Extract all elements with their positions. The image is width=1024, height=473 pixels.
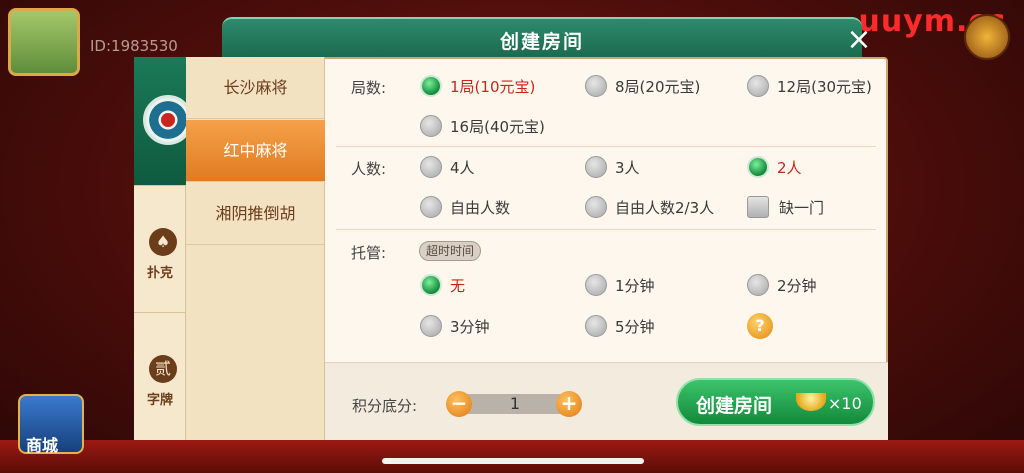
menu-button[interactable] — [964, 14, 1010, 60]
dialog-header: 创建房间 — [222, 17, 862, 57]
player-avatar[interactable] — [8, 8, 80, 76]
checkbox-label: 缺一门 — [779, 198, 825, 217]
players-option-label: 自由人数 — [450, 198, 511, 217]
radio-selected-icon — [420, 274, 442, 296]
help-icon[interactable]: ? — [747, 313, 773, 339]
base-score-value: 1 — [509, 394, 521, 413]
radio-icon — [585, 156, 607, 178]
hosting-label: 托管: — [351, 244, 387, 262]
players-option-label: 3人 — [615, 158, 640, 177]
create-room-label: 创建房间 — [696, 395, 773, 417]
spade-icon: ♠ — [149, 228, 177, 256]
hosting-option-1min[interactable]: 1分钟 — [585, 273, 655, 297]
gold-ingot-icon — [796, 393, 826, 411]
rounds-label: 局数: — [351, 79, 387, 97]
dialog-title: 创建房间 — [499, 31, 584, 53]
hosting-option-label: 2分钟 — [777, 276, 817, 295]
plus-button[interactable]: + — [556, 391, 582, 417]
checkbox-icon — [747, 196, 769, 218]
radio-icon — [585, 75, 607, 97]
players-option-2[interactable]: 2人 — [747, 155, 802, 179]
players-option-label: 4人 — [450, 158, 475, 177]
players-option-free[interactable]: 自由人数 — [420, 195, 510, 219]
base-score-label: 积分底分: — [352, 397, 418, 415]
hosting-option-label: 3分钟 — [450, 317, 490, 336]
hosting-option-label: 1分钟 — [615, 276, 655, 295]
section-divider — [336, 146, 876, 147]
radio-icon — [747, 274, 769, 296]
radio-icon — [420, 115, 442, 137]
category-poker[interactable]: 扑克 — [134, 262, 186, 281]
players-option-label: 自由人数2/3人 — [615, 198, 715, 217]
create-room-cost: ×10 — [828, 394, 862, 413]
category-divider — [134, 312, 186, 313]
home-indicator[interactable] — [382, 458, 644, 464]
shop-button[interactable]: 商城 — [18, 394, 84, 455]
category-divider — [134, 185, 186, 186]
create-room-button[interactable]: 创建房间 ×10 — [676, 378, 875, 426]
hosting-option-5min[interactable]: 5分钟 — [585, 314, 655, 338]
hosting-option-label: 5分钟 — [615, 317, 655, 336]
category-paper-cards[interactable]: 字牌 — [134, 389, 186, 408]
rounds-option-label: 1局(10元宝) — [450, 77, 536, 96]
rounds-option-1[interactable]: 1局(10元宝) — [420, 74, 535, 98]
timeout-badge: 超时时间 — [419, 241, 482, 261]
rounds-option-8[interactable]: 8局(20元宝) — [585, 74, 700, 98]
radio-icon — [585, 315, 607, 337]
paper-card-icon: 贰 — [149, 355, 177, 383]
section-divider — [336, 229, 876, 230]
rounds-option-16[interactable]: 16局(40元宝) — [420, 114, 545, 138]
players-option-4[interactable]: 4人 — [420, 155, 475, 179]
hosting-option-2min[interactable]: 2分钟 — [747, 273, 817, 297]
rounds-option-label: 8局(20元宝) — [615, 77, 701, 96]
players-option-free-2-3[interactable]: 自由人数2/3人 — [585, 195, 714, 219]
minus-button[interactable]: − — [446, 391, 472, 417]
bottom-bar — [0, 440, 1024, 473]
shop-label: 商城 — [26, 436, 59, 455]
close-icon[interactable]: × — [842, 24, 876, 58]
tab-hongzhong-mahjong[interactable]: 红中麻将 — [186, 120, 325, 182]
players-option-label: 2人 — [777, 158, 802, 177]
players-label: 人数: — [351, 160, 387, 178]
player-id: ID:1983530 — [90, 37, 178, 55]
hosting-option-3min[interactable]: 3分钟 — [420, 314, 490, 338]
radio-selected-icon — [420, 75, 442, 97]
players-option-3[interactable]: 3人 — [585, 155, 640, 179]
rounds-option-label: 12局(30元宝) — [777, 77, 872, 96]
radio-selected-icon — [747, 156, 769, 178]
radio-icon — [420, 156, 442, 178]
rounds-option-label: 16局(40元宝) — [450, 117, 545, 136]
tab-xiangyin-tuidaohu[interactable]: 湘阴推倒胡 — [186, 183, 325, 245]
radio-icon — [420, 196, 442, 218]
radio-icon — [585, 274, 607, 296]
missing-suit-checkbox[interactable]: 缺一门 — [747, 195, 824, 219]
hosting-option-none[interactable]: 无 — [420, 273, 465, 297]
radio-icon — [585, 196, 607, 218]
radio-icon — [420, 315, 442, 337]
radio-icon — [747, 75, 769, 97]
tab-changsha-mahjong[interactable]: 长沙麻将 — [186, 57, 325, 119]
hosting-option-label: 无 — [450, 276, 466, 295]
rounds-option-12[interactable]: 12局(30元宝) — [747, 74, 872, 98]
